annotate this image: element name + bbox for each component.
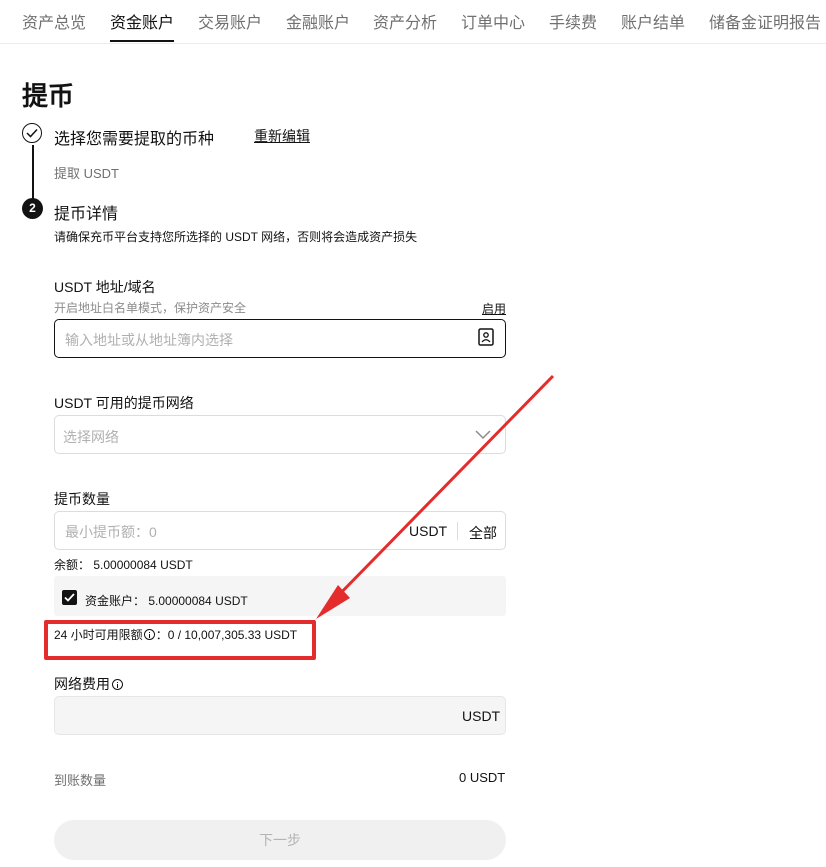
step2-title: 提币详情 bbox=[54, 206, 119, 223]
re-edit-link[interactable]: 重新编辑 bbox=[254, 126, 310, 146]
step1-title: 选择您需要提取的币种 bbox=[54, 131, 215, 148]
network-placeholder: 选择网络 bbox=[63, 429, 119, 445]
daily-limit-value: ：0 / 10,007,305.33 USDT bbox=[155, 628, 298, 642]
daily-limit: 24 小时可用限额 ：0 / 10,007,305.33 USDT bbox=[54, 626, 297, 643]
funding-account-checkbox[interactable] bbox=[62, 590, 77, 605]
step-complete-check-icon bbox=[22, 123, 42, 143]
network-fee-label: 网络费用 bbox=[54, 676, 110, 692]
chevron-down-icon bbox=[475, 430, 491, 440]
network-label: USDT 可用的提币网络 bbox=[54, 395, 194, 411]
tab-finance-account[interactable]: 金融账户 bbox=[286, 9, 350, 33]
tab-fees[interactable]: 手续费 bbox=[549, 9, 597, 33]
active-tab-indicator bbox=[110, 40, 174, 42]
network-warning: 请确保充币平台支持您所选择的 USDT 网络，否则将会造成资产损失 bbox=[54, 230, 418, 244]
tab-statements[interactable]: 账户结单 bbox=[621, 9, 685, 33]
address-input[interactable] bbox=[63, 320, 467, 359]
whitelist-hint: 开启地址白名单模式，保护资产安全 bbox=[54, 301, 247, 315]
amount-label: 提币数量 bbox=[54, 491, 110, 507]
amount-field: USDT 全部 bbox=[54, 511, 506, 551]
info-icon[interactable] bbox=[143, 629, 155, 640]
page-title: 提币 bbox=[22, 81, 75, 111]
tab-asset-overview[interactable]: 资产总览 bbox=[22, 9, 86, 33]
funding-account-balance: 资金账户： 5.00000084 USDT bbox=[85, 594, 248, 608]
funding-account-panel: 资金账户： 5.00000084 USDT bbox=[54, 576, 506, 616]
check-icon bbox=[64, 593, 75, 602]
tab-proof-of-reserves[interactable]: 储备金证明报告 bbox=[709, 9, 821, 33]
address-book-icon[interactable] bbox=[478, 328, 494, 346]
step2-number-badge: 2 bbox=[22, 198, 43, 219]
amount-unit: USDT bbox=[409, 523, 448, 539]
receive-amount-value: 0 USDT bbox=[459, 770, 506, 785]
selected-coin: 提取 USDT bbox=[54, 166, 120, 181]
divider bbox=[457, 522, 458, 540]
daily-limit-label: 24 小时可用限额 bbox=[54, 628, 143, 642]
tab-trading-account[interactable]: 交易账户 bbox=[198, 9, 262, 33]
amount-input[interactable] bbox=[63, 512, 387, 551]
tab-order-center[interactable]: 订单中心 bbox=[461, 9, 525, 33]
network-fee-unit: USDT bbox=[462, 708, 501, 724]
tab-funding-account[interactable]: 资金账户 bbox=[110, 9, 174, 33]
whitelist-enable-link[interactable]: 启用 bbox=[482, 300, 506, 317]
max-amount-button[interactable]: 全部 bbox=[469, 523, 497, 543]
next-step-button[interactable]: 下一步 bbox=[54, 820, 506, 860]
address-label: USDT 地址/域名 bbox=[54, 279, 156, 295]
address-field bbox=[54, 319, 506, 359]
network-fee-field: USDT bbox=[54, 696, 506, 735]
network-select[interactable]: 选择网络 bbox=[54, 415, 506, 454]
network-fee-label-row: 网络费用 bbox=[54, 674, 124, 694]
balance-text: 余额： 5.00000084 USDT bbox=[54, 558, 193, 572]
stepper-line bbox=[32, 145, 34, 201]
info-icon[interactable] bbox=[112, 678, 123, 690]
tab-asset-analysis[interactable]: 资产分析 bbox=[373, 9, 437, 33]
receive-amount-label: 到账数量 bbox=[54, 773, 107, 788]
top-nav: 资产总览 资金账户 交易账户 金融账户 资产分析 订单中心 手续费 账户结单 储… bbox=[0, 0, 826, 44]
